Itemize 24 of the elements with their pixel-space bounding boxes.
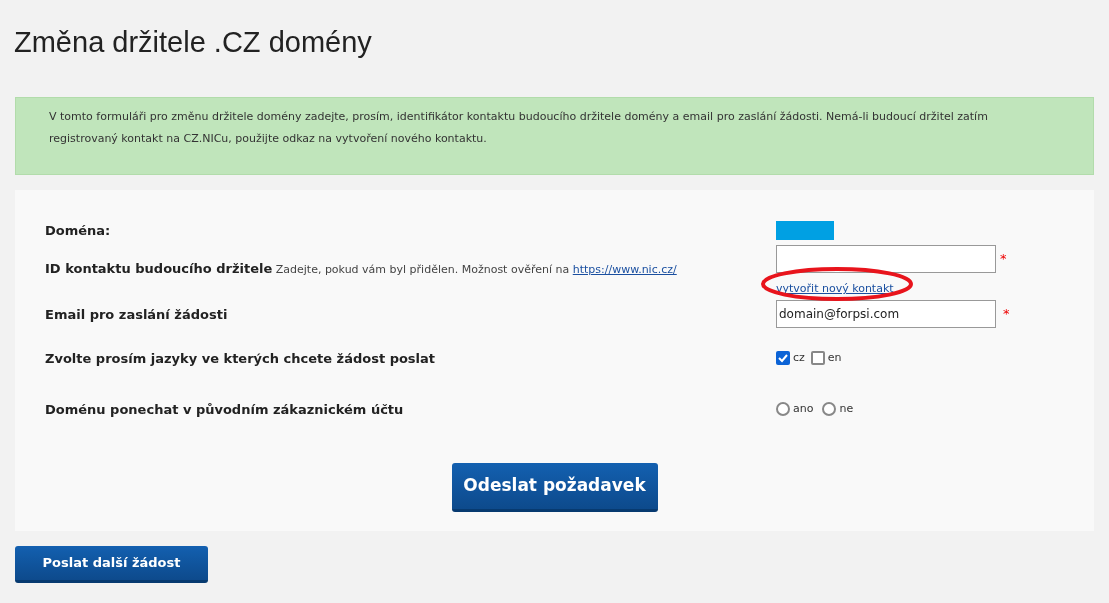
required-mark: * <box>1000 250 1007 268</box>
required-mark: * <box>1003 305 1010 324</box>
radio-label: ano <box>793 400 814 417</box>
send-another-button[interactable]: Poslat další žádost <box>15 546 208 583</box>
link[interactable]: https://www.nic.cz/ <box>572 263 677 276</box>
field-hint: Zadejte, pokud vám byl přidělen. Možnost ověření na <box>275 263 570 276</box>
field-label: Email pro zaslání žádosti <box>45 307 228 322</box>
input-field[interactable] <box>776 245 996 273</box>
redaction-block <box>776 220 834 240</box>
field-label: Doména: <box>45 223 111 238</box>
checkbox[interactable] <box>776 351 790 365</box>
checkbox-label: cz <box>793 349 805 366</box>
radio-button[interactable] <box>822 402 837 416</box>
checkbox[interactable] <box>810 351 825 365</box>
radio-button[interactable] <box>776 402 790 416</box>
submit-button[interactable]: Odeslat požadavek <box>451 463 658 512</box>
page-title: Změna držitele .CZ domény <box>14 25 373 60</box>
input-field[interactable]: domain@forpsi.com <box>776 300 996 328</box>
radio-label: ne <box>839 400 854 417</box>
info-banner: V tomto formuláři pro změnu držitele domény zadejte, prosím, identifikátor kontaktu budoucího držitele domény a email pro zaslání žádosti. Nemá-li budoucí držitel zatím registrovaný kontakt na CZ.NICu, použijte odkaz na vytvoření nového kontaktu. <box>15 97 1094 175</box>
field-label: Zvolte prosím jazyky ve kterých chcete žádost poslat <box>45 351 436 366</box>
checkbox-label: en <box>827 349 842 366</box>
field-label: ID kontaktu budoucího držitele <box>45 261 273 276</box>
field-label: Doménu ponechat v původním zákaznickém účtu <box>45 402 404 417</box>
